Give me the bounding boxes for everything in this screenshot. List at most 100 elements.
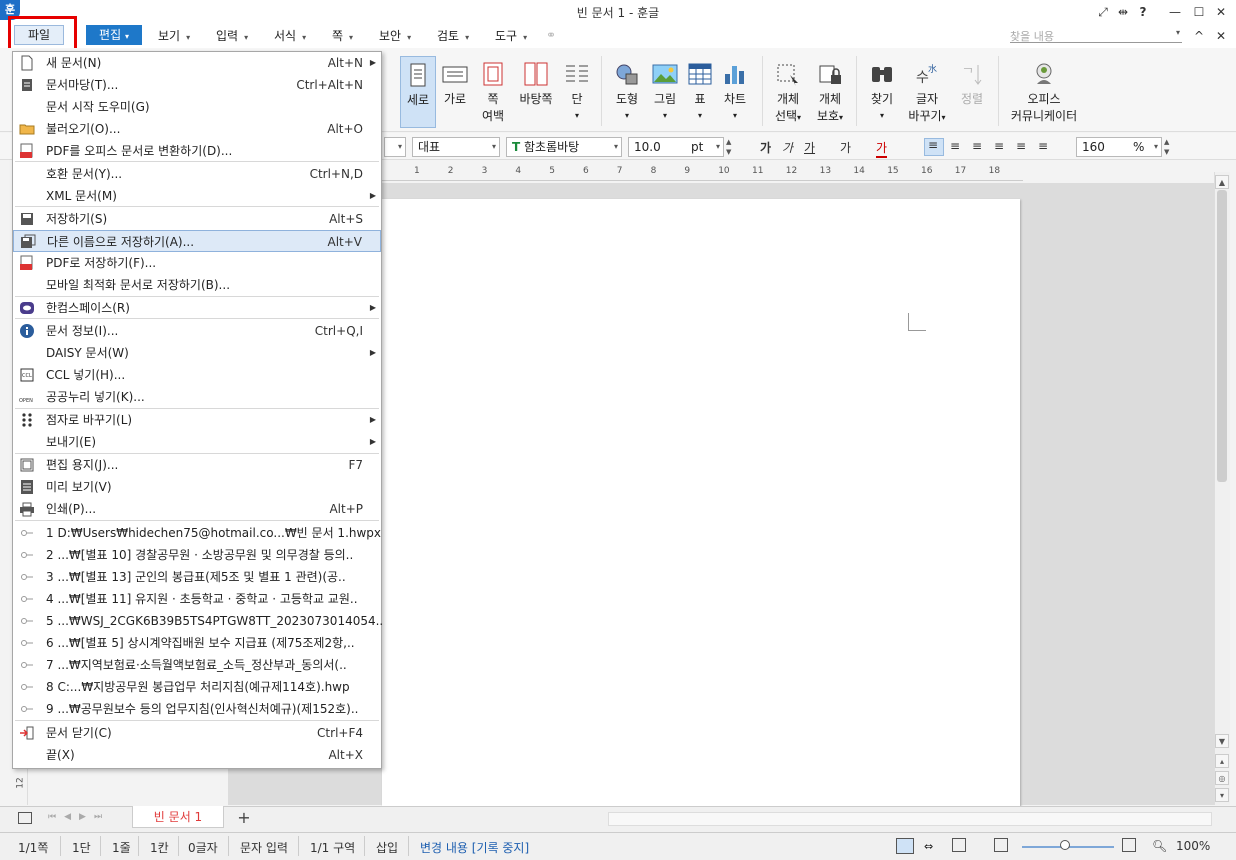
page-nav-icon[interactable]: ◎: [1215, 771, 1229, 785]
tab-navigation-icons[interactable]: ⏮◀▶⏭: [48, 812, 110, 822]
file-menu-document-templates[interactable]: 문서마당(T)... Ctrl+Alt+N: [13, 74, 381, 96]
italic-button[interactable]: 가: [782, 139, 793, 156]
file-menu-start-helper[interactable]: 문서 시작 도우미(G): [13, 96, 381, 118]
scroll-up-icon[interactable]: ▲: [1215, 175, 1229, 189]
file-menu-close-document[interactable]: 문서 닫기(C) Ctrl+F4: [13, 722, 381, 744]
file-menu-daisy-doc[interactable]: DAISY 문서(W) ▶: [13, 342, 381, 364]
menu-page[interactable]: 쪽 ▾: [332, 27, 353, 45]
file-menu-public-license-insert[interactable]: OPEN 공공누리 넣기(K)...: [13, 386, 381, 408]
shape-button[interactable]: 도형 ▾: [610, 56, 644, 128]
style-dropdown-left[interactable]: ▾: [384, 137, 406, 157]
menu-view[interactable]: 보기 ▾: [158, 27, 190, 45]
status-insert-mode[interactable]: 삽입: [376, 839, 398, 856]
file-menu-braille-convert[interactable]: 점자로 바꾸기(L) ▶: [13, 409, 381, 431]
file-menu-recent-4[interactable]: 4 ...₩[별표 11] 유지원 · 초등학교 · 중학교 · 고등학교 교원…: [13, 588, 381, 610]
align-left-icon[interactable]: ≡: [950, 139, 960, 153]
font-color-button[interactable]: 가: [876, 139, 888, 158]
tab-document[interactable]: 빈 문서 1: [132, 806, 224, 828]
document-page[interactable]: [382, 199, 1020, 809]
strikethrough-button[interactable]: 가: [840, 139, 851, 156]
file-menu-recent-1[interactable]: 1 D:₩Users₩hidechen75@hotmail.co...₩빈 문서…: [13, 522, 381, 544]
file-menu-ccl-insert[interactable]: CCL CCL 넣기(H)...: [13, 364, 381, 386]
picture-button[interactable]: 그림 ▾: [648, 56, 682, 128]
font-dropdown[interactable]: T 함초롬바탕 ▾: [506, 137, 622, 157]
horizontal-orientation-button[interactable]: 가로: [438, 56, 472, 128]
file-menu-save[interactable]: 저장하기(S) Alt+S: [13, 208, 381, 230]
close-doc-button[interactable]: ✕: [1212, 27, 1230, 45]
file-menu-xml-doc[interactable]: XML 문서(M) ▶: [13, 185, 381, 207]
maximize-button[interactable]: ☐: [1190, 3, 1208, 21]
file-menu-page-setup[interactable]: 편집 용지(J)... F7: [13, 454, 381, 476]
file-menu-recent-8[interactable]: 8 C:...₩지방공무원 봉급업무 처리지침(예규제114호).hwp: [13, 676, 381, 698]
file-menu-save-as[interactable]: 다른 이름으로 저장하기(A)... Alt+V: [13, 230, 381, 252]
scroll-down-icon[interactable]: ▼: [1215, 734, 1229, 748]
magnifier-icon[interactable]: 🔍︎: [1152, 839, 1167, 853]
zoom-out-icon[interactable]: [994, 838, 1008, 852]
font-size-input[interactable]: 10.0 pt ▾: [628, 137, 724, 157]
fullscreen-icon[interactable]: ⤢: [1094, 3, 1112, 21]
menu-security[interactable]: 보안 ▾: [379, 27, 411, 45]
menu-format[interactable]: 서식 ▾: [274, 27, 306, 45]
file-menu-compatible-doc[interactable]: 호환 문서(Y)... Ctrl+N,D: [13, 163, 381, 185]
file-menu-open[interactable]: 불러오기(O)... Alt+O: [13, 118, 381, 140]
prev-page-icon[interactable]: ▴: [1215, 754, 1229, 768]
chart-button[interactable]: 차트 ▾: [718, 56, 752, 128]
file-menu-print-preview[interactable]: 미리 보기(V): [13, 476, 381, 498]
zoom-slider-handle[interactable]: [1060, 840, 1070, 850]
distribute-icon[interactable]: ≡: [1016, 139, 1026, 153]
view-normal-icon[interactable]: [896, 838, 914, 854]
find-button[interactable]: 찾기 ▾: [864, 56, 900, 128]
sort-button[interactable]: ᄀ 정렬: [954, 56, 990, 128]
tab-list-icon[interactable]: [18, 812, 32, 824]
file-menu-hancom-space[interactable]: 한컴스페이스(R) ▶: [13, 297, 381, 319]
table-button[interactable]: 표 ▾: [686, 56, 714, 128]
close-button[interactable]: ✕: [1212, 3, 1230, 21]
vertical-orientation-button[interactable]: 세로: [400, 56, 436, 128]
file-menu-print[interactable]: 인쇄(P)... Alt+P: [13, 498, 381, 520]
underline-button[interactable]: 가: [804, 139, 815, 156]
divide-icon[interactable]: ≡: [1038, 139, 1048, 153]
bold-button[interactable]: 가: [760, 139, 771, 156]
status-zoom[interactable]: 100%: [1176, 839, 1210, 853]
collapse-ribbon-icon[interactable]: ^: [1190, 27, 1208, 45]
file-menu-recent-2[interactable]: 2 ...₩[별표 10] 경찰공무원 · 소방공무원 및 의무경찰 등의..: [13, 544, 381, 566]
minimize-button[interactable]: —: [1166, 3, 1184, 21]
file-menu-pdf-convert[interactable]: PDF를 오피스 문서로 변환하기(D)...: [13, 140, 381, 162]
line-spacing-input[interactable]: 160% ▾: [1076, 137, 1162, 157]
line-spacing-stepper[interactable]: ▲ ▼: [1164, 137, 1174, 157]
page-margin-button[interactable]: 쪽 여백: [476, 56, 510, 128]
style-dropdown[interactable]: 대표 ▾: [412, 137, 500, 157]
status-track-changes[interactable]: 변경 내용 [기록 중지]: [420, 839, 529, 856]
align-right-icon[interactable]: ≡: [994, 139, 1004, 153]
font-size-stepper[interactable]: ▲ ▼: [726, 137, 736, 157]
file-menu-recent-5[interactable]: 5 ...₩WSJ_2CGK6B39B5TS4PTGW8TT_202307301…: [13, 610, 383, 632]
file-menu-save-mobile[interactable]: 모바일 최적화 문서로 저장하기(B)...: [13, 274, 381, 296]
zoom-in-icon[interactable]: [1122, 838, 1136, 852]
help-icon[interactable]: ?: [1134, 3, 1152, 21]
scroll-thumb[interactable]: [1217, 190, 1227, 482]
view-page-icon[interactable]: [952, 838, 966, 852]
horizontal-scrollbar[interactable]: [608, 812, 1212, 826]
file-menu-new-document[interactable]: 새 문서(N) Alt+N ▶: [13, 52, 381, 74]
next-page-icon[interactable]: ▾: [1215, 788, 1229, 802]
file-menu-doc-info[interactable]: 문서 정보(I)... Ctrl+Q,I: [13, 320, 381, 342]
file-menu-recent-6[interactable]: 6 ...₩[별표 5] 상시계약집배원 보수 지급표 (제75조제2항,..: [13, 632, 381, 654]
search-input[interactable]: 찾을 내용 ▾: [1010, 28, 1182, 43]
menu-review[interactable]: 검토 ▾: [437, 27, 469, 45]
menu-edit[interactable]: 편집 ▾: [86, 25, 142, 45]
file-menu-exit[interactable]: 끝(X) Alt+X: [13, 744, 381, 766]
menu-insert[interactable]: 입력 ▾: [216, 27, 248, 45]
add-tab-button[interactable]: +: [230, 808, 258, 828]
split-icon[interactable]: ⇹: [1114, 3, 1132, 21]
column-button[interactable]: 단 ▾: [560, 56, 594, 128]
menu-tools[interactable]: 도구 ▾: [495, 27, 527, 45]
file-menu-recent-7[interactable]: 7 ...₩지역보험료·소득월액보험료_소득_정산부과_동의서(..: [13, 654, 381, 676]
file-menu-recent-3[interactable]: 3 ...₩[별표 13] 군인의 봉급표(제5조 및 별표 1 관련)(공..: [13, 566, 381, 588]
protect-object-button[interactable]: 개체 보호▾: [812, 56, 848, 128]
file-menu-send[interactable]: 보내기(E) ▶: [13, 431, 381, 453]
file-menu-save-pdf[interactable]: PDF로 저장하기(F)...: [13, 252, 381, 274]
background-page-button[interactable]: 바탕쪽: [516, 56, 556, 128]
replace-button[interactable]: 수水 글자 바꾸기▾: [904, 56, 950, 128]
file-menu-recent-9[interactable]: 9 ...₩공무원보수 등의 업무지침(인사혁신처예규)(제152호)..: [13, 698, 381, 720]
view-width-icon[interactable]: ⇔: [924, 840, 933, 853]
